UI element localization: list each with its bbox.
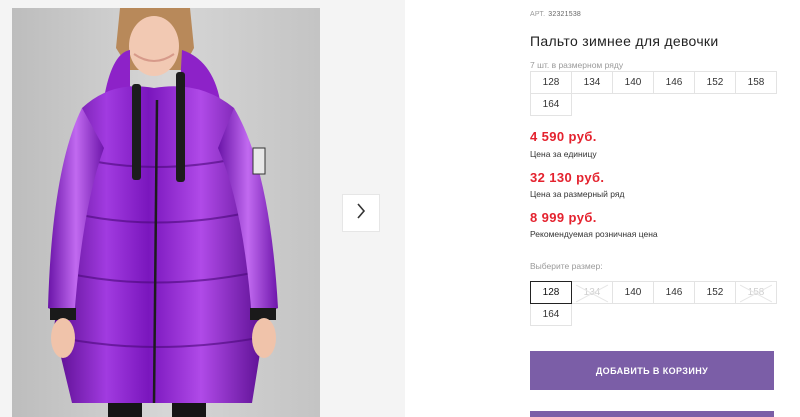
coat-photo-illustration: [12, 8, 320, 417]
product-title: Пальто зимнее для девочки: [530, 33, 719, 49]
size-selector: 128 134 140 146 152 158 164: [530, 281, 780, 326]
pack-note: 7 шт. в размерном ряду: [530, 60, 624, 70]
pack-sizes: 128 134 140 146 152 158 164: [530, 71, 780, 116]
next-image-button[interactable]: [342, 194, 380, 232]
sku-line: АРТ. 32321538: [530, 11, 581, 18]
size-option-140[interactable]: 140: [612, 281, 654, 304]
sku-label: АРТ.: [530, 11, 546, 18]
sku-value: 32321538: [548, 11, 582, 18]
add-to-cart-button[interactable]: ДОБАВИТЬ В КОРЗИНУ: [530, 351, 774, 390]
size-option-164[interactable]: 164: [530, 303, 572, 326]
chevron-right-icon: [356, 202, 366, 224]
size-option-152[interactable]: 152: [694, 281, 736, 304]
size-option-158[interactable]: 158: [735, 281, 777, 304]
pack-price: 32 130 руб.: [530, 170, 605, 185]
pack-price-label: Цена за размерный ряд: [530, 189, 625, 199]
size-select-label: Выберите размер:: [530, 261, 603, 271]
size-option-128[interactable]: 128: [530, 281, 572, 304]
unit-price: 4 590 руб.: [530, 129, 597, 144]
product-info: АРТ. 32321538 Пальто зимнее для девочки 7…: [530, 0, 800, 417]
pack-size: 128: [530, 71, 572, 94]
size-option-146[interactable]: 146: [653, 281, 695, 304]
pack-size: 140: [612, 71, 654, 94]
pack-size: 158: [735, 71, 777, 94]
pack-size: 146: [653, 71, 695, 94]
pack-size: 152: [694, 71, 736, 94]
pack-size: 164: [530, 93, 572, 116]
unit-price-label: Цена за единицу: [530, 149, 597, 159]
retail-price-label: Рекомендуемая розничная цена: [530, 229, 658, 239]
product-photo[interactable]: [12, 8, 320, 417]
size-option-134[interactable]: 134: [571, 281, 613, 304]
secondary-action-button[interactable]: [530, 411, 774, 417]
pack-size: 134: [571, 71, 613, 94]
product-gallery: [0, 0, 405, 417]
retail-price: 8 999 руб.: [530, 210, 597, 225]
